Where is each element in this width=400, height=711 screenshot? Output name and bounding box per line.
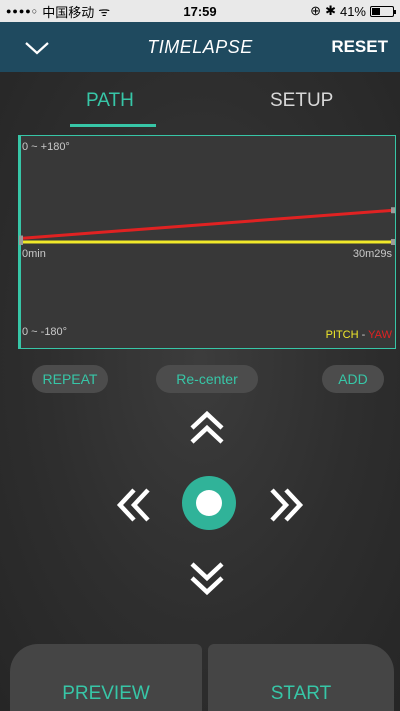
battery-percent: 41%	[339, 3, 366, 19]
signal-strength-icon: ●●●●○	[6, 6, 39, 16]
tab-bar: PATH SETUP	[0, 72, 400, 130]
nav-bar: TIMELAPSE RESET	[0, 22, 400, 72]
graph-start-time-label: 0min	[22, 248, 46, 260]
reset-button[interactable]: RESET	[331, 22, 388, 72]
chevron-double-down-icon[interactable]	[184, 554, 230, 600]
graph-bottom-label: 0 ~ -180°	[22, 326, 68, 338]
repeat-button[interactable]: REPEAT	[32, 365, 108, 393]
preview-button[interactable]: PREVIEW	[10, 644, 202, 711]
series-line-yaw	[19, 208, 395, 241]
legend-yaw: YAW	[368, 329, 392, 341]
path-graph[interactable]: 0 ~ +180° 0min 30m29s 0 ~ -180° PITCH - …	[18, 135, 396, 349]
keyframe-point-yaw-1[interactable]	[391, 207, 395, 214]
battery-icon	[370, 5, 396, 17]
preview-label: PREVIEW	[62, 682, 150, 704]
bluetooth-icon: ✱	[325, 3, 336, 18]
start-label: START	[270, 682, 332, 704]
tab-path[interactable]: PATH	[86, 90, 134, 112]
keyframe-point-yaw-0[interactable]	[19, 235, 23, 242]
legend-pitch: PITCH	[325, 329, 359, 341]
start-button[interactable]: START	[208, 644, 394, 711]
active-tab-indicator	[70, 124, 156, 127]
graph-legend: PITCH - YAW	[326, 329, 392, 341]
battery-fill	[372, 7, 381, 15]
add-keyframe-button[interactable]: ADD	[322, 365, 384, 393]
rotation-lock-icon: ⊕	[310, 3, 322, 18]
chevron-double-right-icon[interactable]	[262, 482, 308, 528]
carrier-name: 中国移动	[42, 4, 95, 20]
graph-end-time-label: 30m29s	[352, 248, 392, 260]
main-area: PATH SETUP 0 ~ +180° 0min 30m29s 0 ~ -18…	[0, 72, 400, 711]
status-bar: ●●●●○ 中国移动 ᯤ 17:59 ⊕ ✱ 41%	[0, 0, 400, 22]
graph-top-label: 0 ~ +180°	[22, 141, 70, 153]
keyframe-point-pitch-1[interactable]	[391, 239, 395, 245]
center-record-icon[interactable]	[182, 476, 236, 530]
wifi-icon: ᯤ	[98, 4, 111, 19]
bottom-bar: PREVIEW START	[0, 644, 400, 711]
status-left: ●●●●○ 中国移动 ᯤ	[6, 2, 110, 21]
recenter-button[interactable]: Re-center	[156, 365, 258, 393]
legend-separator: -	[361, 329, 366, 341]
tab-setup[interactable]: SETUP	[270, 90, 333, 112]
path-graph-canvas	[19, 136, 395, 348]
chevron-double-up-icon[interactable]	[184, 406, 230, 452]
chevron-double-left-icon[interactable]	[112, 482, 158, 528]
status-right: ⊕ ✱ 41%	[310, 3, 396, 19]
